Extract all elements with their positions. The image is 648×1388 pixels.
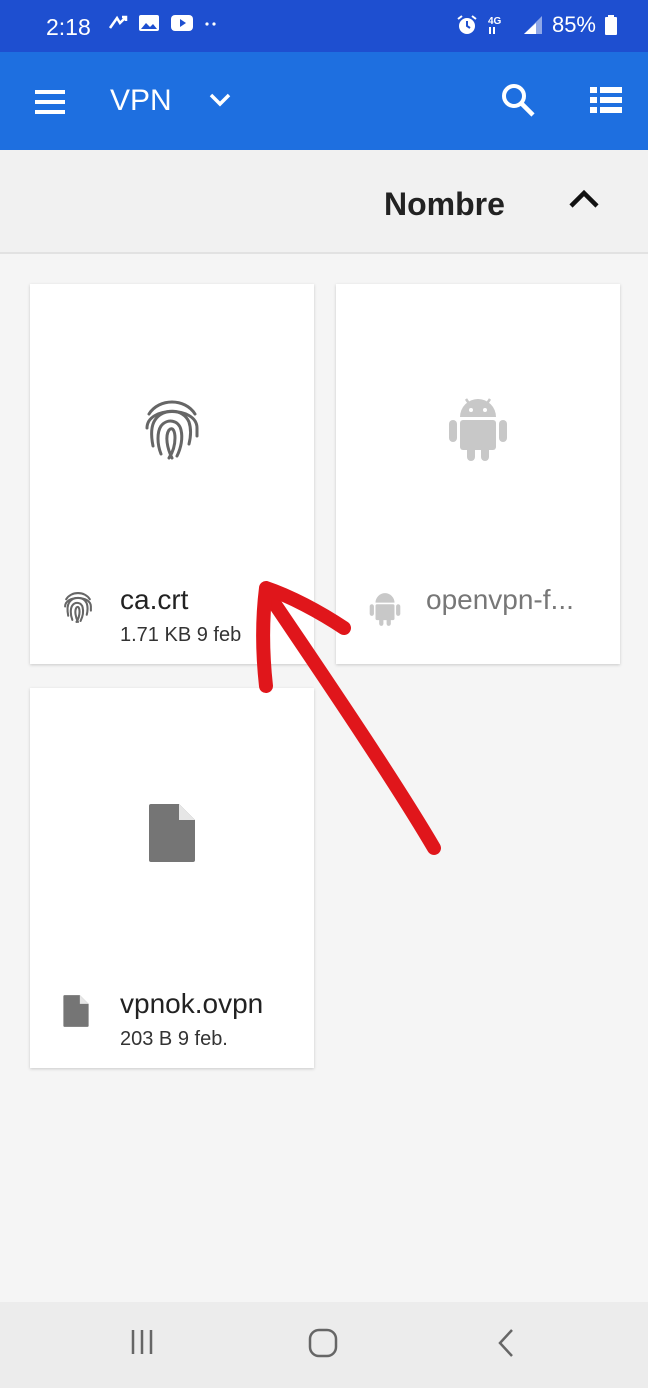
file-card-openvpn[interactable]: openvpn-f... [336, 284, 620, 664]
file-thumbnail [30, 688, 314, 978]
folder-title[interactable]: VPN [110, 84, 172, 118]
file-thumbnail [336, 284, 620, 574]
home-icon[interactable] [306, 1326, 340, 1360]
alarm-icon [457, 15, 477, 34]
file-date: 9 feb [196, 624, 242, 646]
recent-apps-icon[interactable] [126, 1326, 158, 1358]
status-left-icons [108, 14, 218, 32]
more-dots-icon [205, 22, 216, 26]
chevron-up-icon[interactable] [566, 186, 602, 214]
file-meta: 203 B 9 feb. [120, 1028, 228, 1051]
fingerprint-icon [145, 400, 199, 460]
file-size: 1.71 KB [120, 624, 192, 646]
file-name: vpnok.ovpn [120, 988, 264, 1019]
file-thumbnail [30, 284, 314, 574]
missed-call-icon [108, 15, 128, 29]
status-bar: 2:18 4G 85% [0, 0, 648, 52]
battery-percent: 85% [551, 12, 596, 37]
signal-icon [523, 16, 542, 34]
sort-by-name-label[interactable]: Nombre [384, 186, 505, 223]
sort-bar: Nombre [0, 150, 648, 254]
file-card-ca-crt[interactable]: ca.crt 1.71 KB 9 feb [30, 284, 314, 664]
file-name: openvpn-f... [426, 584, 574, 615]
youtube-icon [171, 15, 193, 31]
file-icon [149, 804, 195, 862]
menu-icon[interactable] [30, 82, 70, 122]
list-view-icon[interactable] [588, 84, 624, 116]
android-icon [449, 398, 507, 461]
fingerprint-icon [64, 592, 92, 623]
back-icon[interactable] [494, 1326, 518, 1360]
chevron-down-icon[interactable] [206, 88, 234, 112]
file-name: ca.crt [120, 584, 189, 615]
battery-icon [605, 15, 617, 35]
file-meta: 1.71 KB 9 feb [120, 624, 241, 647]
app-bar: VPN [0, 52, 648, 150]
status-time: 2:18 [46, 14, 91, 40]
status-right-icons: 4G 85% [456, 12, 618, 38]
system-nav-bar [0, 1302, 648, 1388]
search-icon[interactable] [498, 80, 538, 120]
file-date: 9 feb. [177, 1028, 228, 1050]
file-card-vpnok-ovpn[interactable]: vpnok.ovpn 203 B 9 feb. [30, 688, 314, 1068]
file-size: 203 B [120, 1028, 173, 1050]
android-icon [369, 593, 401, 626]
svg-text:4G: 4G [488, 16, 502, 27]
file-icon [63, 995, 89, 1027]
image-icon [139, 15, 159, 31]
4g-icon: 4G [488, 16, 502, 34]
